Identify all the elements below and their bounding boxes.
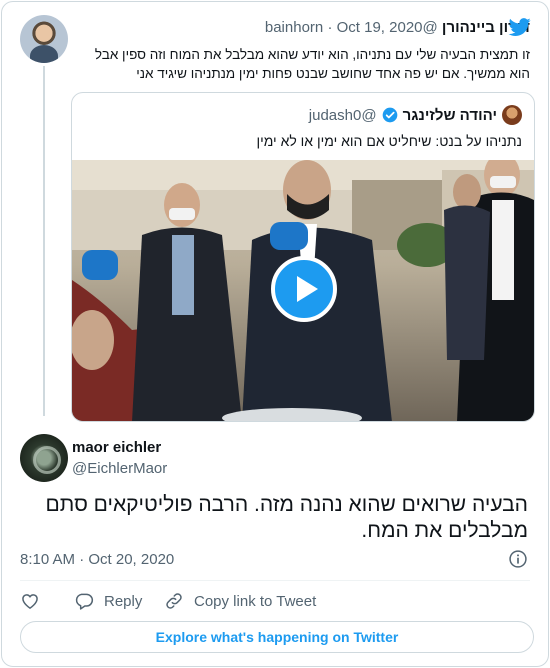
info-icon[interactable] xyxy=(508,549,528,569)
quoted-author-handle: @judash0 xyxy=(308,106,377,124)
reply-bubble-icon xyxy=(75,593,94,610)
reply-button[interactable]: Reply xyxy=(74,591,142,611)
main-author-handle[interactable]: @EichlerMaor xyxy=(72,460,167,477)
parent-tweet-text: זו תמצית הבעיה שלי עם נתניהו, הוא יודע ש… xyxy=(94,47,530,81)
explore-twitter-button[interactable]: Explore what's happening on Twitter xyxy=(20,621,534,653)
reply-label: Reply xyxy=(104,592,143,610)
thread-connector-line xyxy=(43,66,45,416)
heart-icon xyxy=(22,594,38,609)
twitter-bird-icon[interactable] xyxy=(508,16,532,38)
parent-separator: · xyxy=(327,19,333,36)
parent-tweet-date[interactable]: Oct 19, 2020 xyxy=(337,19,423,36)
main-author-name[interactable]: maor eichler xyxy=(72,439,161,456)
play-icon xyxy=(296,276,318,302)
quoted-tweet[interactable]: יהודה שלזינגר @judash0 נתניהו על בנט: שי… xyxy=(71,92,535,422)
copy-link-label: Copy link to Tweet xyxy=(194,592,317,610)
parent-author-avatar[interactable] xyxy=(20,15,68,63)
copy-link-button[interactable]: Copy link to Tweet xyxy=(164,591,316,611)
video-play-button[interactable] xyxy=(271,256,337,322)
quoted-author-name: יהודה שלזינגר xyxy=(402,106,497,124)
tweet-embed-card: דורון ביינהורן @bainhorn · Oct 19, 2020 … xyxy=(1,1,549,667)
main-tweet-timestamp[interactable]: 8:10 AM · Oct 20, 2020 xyxy=(20,551,174,568)
actions-divider xyxy=(20,580,530,581)
main-tweet-text: הבעיה שרואים שהוא נהנה מזה. הרבה פוליטיק… xyxy=(45,493,528,542)
quoted-tweet-text: נתניהו על בנט: שיחליט אם הוא ימין או לא … xyxy=(256,133,522,149)
link-icon xyxy=(166,593,182,609)
quoted-tweet-video[interactable] xyxy=(72,160,534,421)
parent-tweet-header: דורון ביינהורן @bainhorn · Oct 19, 2020 xyxy=(265,18,530,38)
like-button[interactable] xyxy=(20,591,40,611)
main-author-avatar[interactable] xyxy=(20,434,68,482)
verified-badge-icon xyxy=(382,107,397,123)
quoted-author-avatar xyxy=(502,105,522,125)
quoted-tweet-header: יהודה שלזינגר @judash0 xyxy=(84,105,522,125)
